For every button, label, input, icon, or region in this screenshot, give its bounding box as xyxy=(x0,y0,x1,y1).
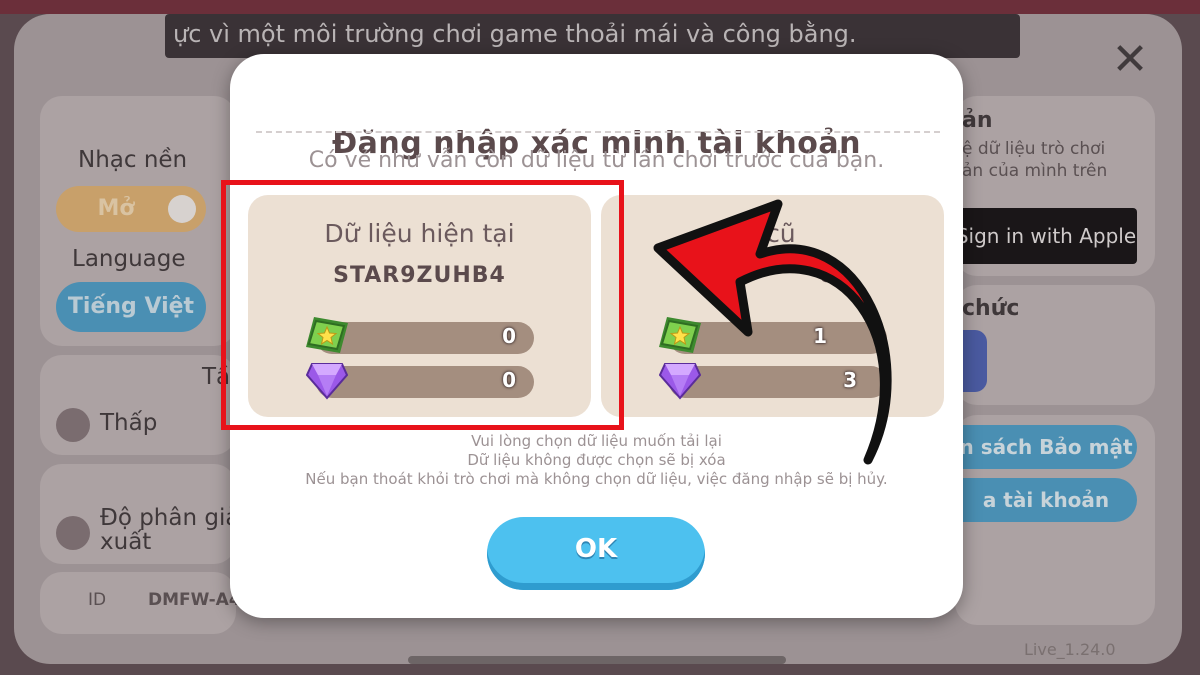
music-label: Nhạc nền xyxy=(78,147,188,173)
highlight-box xyxy=(221,180,624,430)
toggle-knob xyxy=(168,195,196,223)
resolution-radio[interactable] xyxy=(56,516,90,550)
music-toggle-label: Mở xyxy=(97,196,135,221)
version-label: Live_1.24.0 xyxy=(1024,640,1116,659)
sign-in-apple-button[interactable]: Sign in with Apple xyxy=(955,208,1137,264)
top-strip xyxy=(0,0,1200,14)
account-link-desc: ệ dữ liệu trò chơi ản của mình trên xyxy=(962,139,1108,181)
language-label: Language xyxy=(72,246,186,272)
music-toggle[interactable]: Mở xyxy=(56,186,206,232)
id-label: ID xyxy=(88,590,107,610)
resolution-label: Độ phân giải xuất xyxy=(100,505,246,555)
dialog-divider xyxy=(256,131,940,133)
ok-button[interactable]: OK xyxy=(487,517,705,590)
notice-banner: ực vì một môi trường chơi game thoải mái… xyxy=(165,14,1020,58)
close-icon[interactable]: ✕ xyxy=(1108,38,1152,84)
scrollbar[interactable] xyxy=(408,656,786,664)
community-label: chức xyxy=(962,296,1020,321)
dialog-subtitle: Có vẻ như vẫn còn dữ liệu từ lần chơi tr… xyxy=(308,148,885,173)
id-value: DMFW-A4 xyxy=(148,590,241,610)
quality-radio-low[interactable] xyxy=(56,408,90,442)
quality-option-low: Thấp xyxy=(100,410,158,436)
delete-account-button[interactable]: a tài khoản xyxy=(955,478,1137,522)
language-select[interactable]: Tiếng Việt xyxy=(56,282,206,332)
privacy-policy-button[interactable]: n sách Bảo mật xyxy=(955,425,1137,469)
curved-arrow-icon xyxy=(653,199,892,465)
account-link-title: ản xyxy=(962,108,993,133)
